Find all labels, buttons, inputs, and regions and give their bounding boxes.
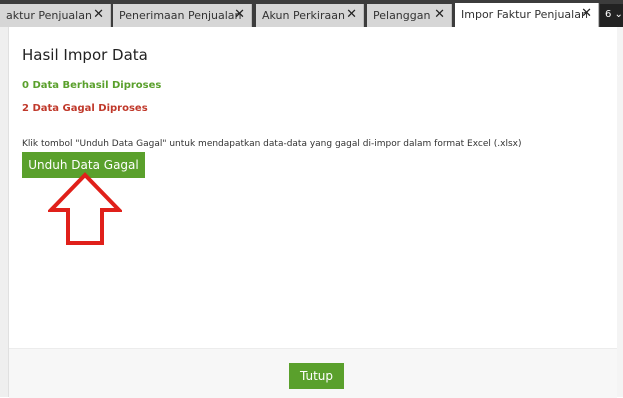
tab-pelanggan[interactable]: Pelanggan ✕: [367, 4, 452, 27]
tab-overflow-menu[interactable]: 6 ⌄: [600, 4, 623, 27]
tab-label: Penerimaan Penjualan: [119, 9, 242, 22]
tab-overflow-label: 6 ⌄: [605, 9, 623, 20]
tab-bar: aktur Penjualan ✕ Penerimaan Penjualan ✕…: [0, 0, 623, 27]
close-icon[interactable]: ✕: [346, 7, 357, 22]
dialog-title: Hasil Impor Data: [22, 46, 148, 64]
close-icon[interactable]: ✕: [93, 7, 104, 22]
close-button[interactable]: Tutup: [289, 363, 344, 389]
left-panel-edge: [0, 27, 9, 397]
close-icon[interactable]: ✕: [234, 7, 245, 22]
tab-penerimaan-penjualan[interactable]: Penerimaan Penjualan ✕: [113, 4, 252, 27]
tab-label: Akun Perkiraan: [262, 9, 345, 22]
tab-faktur-penjualan[interactable]: aktur Penjualan ✕: [0, 4, 111, 27]
tab-akun-perkiraan[interactable]: Akun Perkiraan ✕: [256, 4, 364, 27]
success-count-text: 0 Data Berhasil Diproses: [22, 80, 162, 91]
failed-count-text: 2 Data Gagal Diproses: [22, 103, 148, 114]
tab-label: aktur Penjualan: [6, 9, 92, 22]
tab-label: Impor Faktur Penjualan: [461, 8, 588, 21]
info-text: Klik tombol "Unduh Data Gagal" untuk men…: [22, 139, 522, 149]
close-icon[interactable]: ✕: [581, 6, 592, 21]
tab-impor-faktur-penjualan[interactable]: Impor Faktur Penjualan ✕: [455, 3, 599, 27]
tab-label: Pelanggan: [373, 9, 431, 22]
right-panel-edge: [617, 27, 623, 397]
close-icon[interactable]: ✕: [434, 7, 445, 22]
up-arrow-icon: [48, 172, 122, 245]
